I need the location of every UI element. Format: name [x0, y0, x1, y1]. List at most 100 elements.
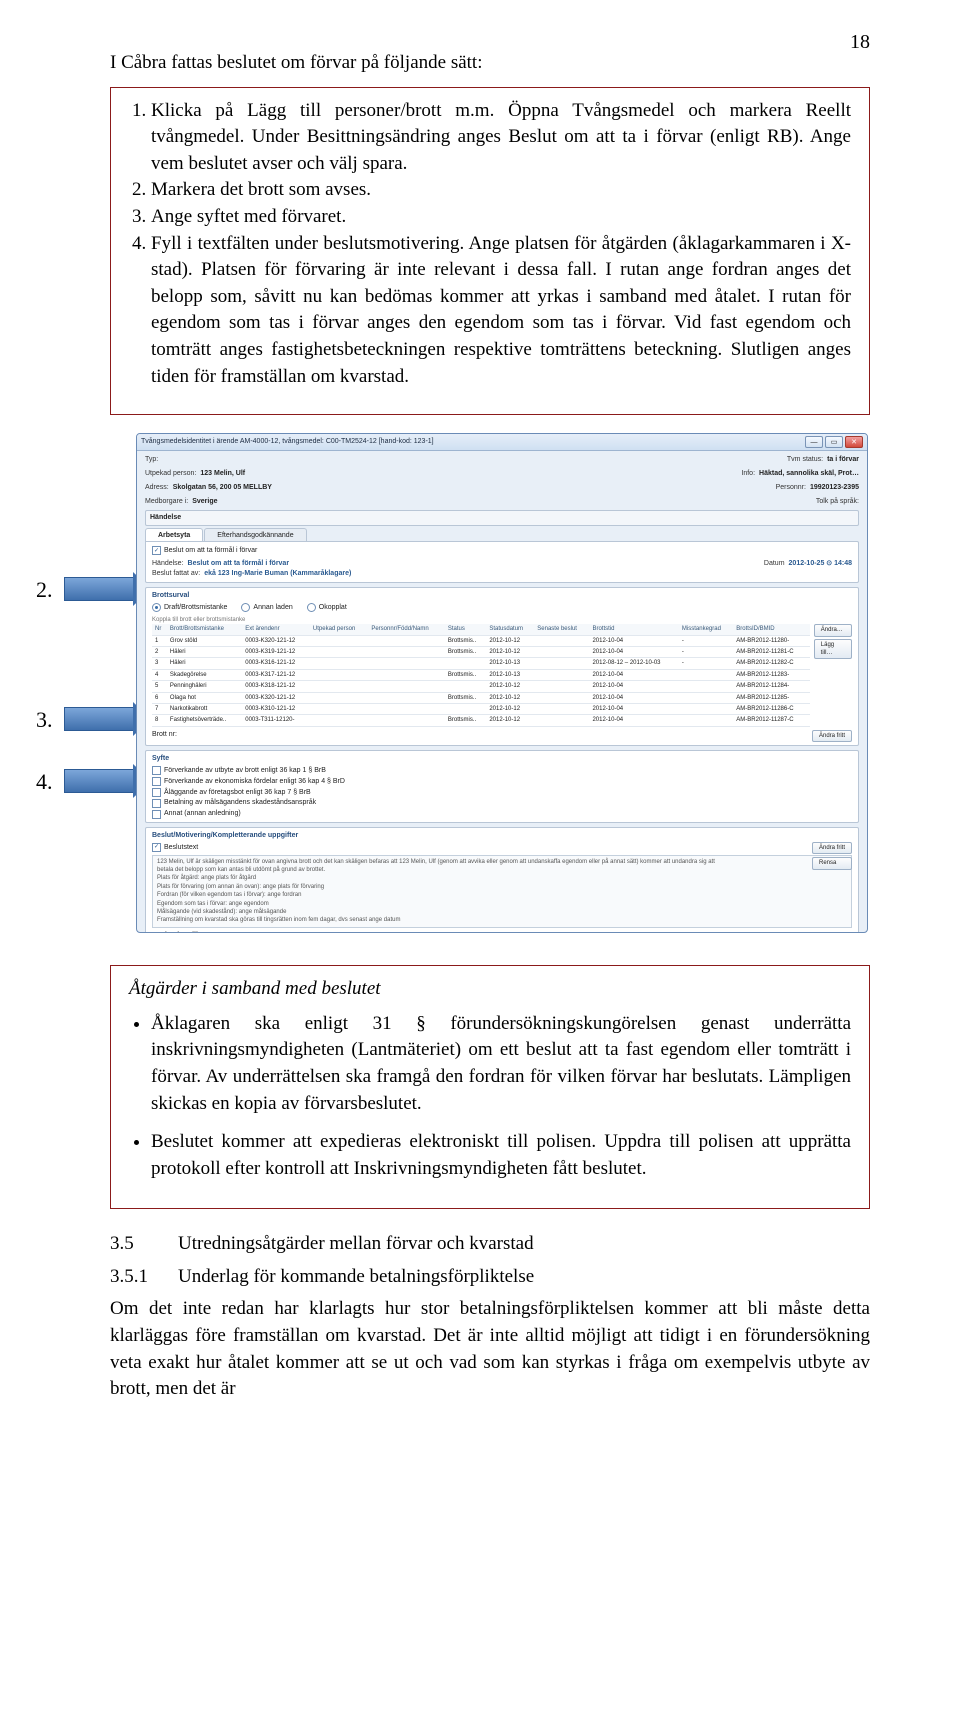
info-row: Typ: Tvm status:ta i förvar: [137, 451, 867, 465]
marker-3-num: 3.: [36, 705, 53, 736]
tab-efter[interactable]: Efterhandsgodkännande: [204, 528, 306, 541]
column-header[interactable]: Utpekad person: [310, 624, 368, 635]
personnr-label: Personnr:: [776, 483, 806, 493]
close-button[interactable]: ✕: [845, 436, 863, 448]
syfte-panel: Syfte Förverkande av utbyte av brott enl…: [145, 750, 859, 823]
column-header[interactable]: Brott/Brottsmistanke: [167, 624, 242, 635]
steps-list: Klicka på Lägg till personer/brott m.m. …: [129, 98, 851, 391]
tab-arbetsyta[interactable]: Arbetsyta: [145, 528, 203, 541]
rensa-button[interactable]: Rensa: [812, 857, 852, 869]
andra-fritt-button[interactable]: Ändra fritt: [812, 730, 852, 742]
person-val: 123 Melin, Ulf: [200, 469, 245, 479]
beslutshandling-title: Beslutshandling: [152, 931, 852, 933]
andra-button[interactable]: Ändra…: [814, 624, 852, 636]
action-1: Åklagaren ska enligt 31 § förundersöknin…: [151, 1011, 851, 1117]
brott-nr-label: Brott nr:: [152, 730, 177, 742]
radio-draft[interactable]: Draft/Brottsmistanke: [152, 603, 227, 613]
beslut-subline: Målsägande (vid skadestånd): ange målsäg…: [157, 908, 847, 916]
closing-para: Om det inte redan har klarlagts hur stor…: [110, 1296, 870, 1402]
type-label: Typ:: [145, 455, 158, 465]
table-row[interactable]: 5Penninghäleri0003-K318-121-122012-10-12…: [152, 681, 810, 692]
column-header[interactable]: Nr: [152, 624, 167, 635]
table-row[interactable]: 8Fastighetsöverträde..0003-T311-12120-Br…: [152, 715, 810, 726]
table-row[interactable]: 3Häleri0003-K316-121-122012-10-132012-08…: [152, 658, 810, 669]
step-3: Ange syftet med förvaret.: [151, 204, 851, 231]
sect-351-title: Underlag för kommande betalningsförplikt…: [178, 1264, 534, 1291]
marker-2-arrow: [64, 577, 134, 601]
column-header[interactable]: Personnr/Född/Namn: [368, 624, 445, 635]
table-row[interactable]: 4Skadegörelse0003-K317-121-12Brottsmis..…: [152, 669, 810, 680]
tab-body: ✓Beslut om att ta förmål i förvar Händel…: [145, 541, 859, 583]
syfte-check[interactable]: Betalning av målsägandens skadeståndsans…: [152, 798, 852, 808]
column-header[interactable]: Statusdatum: [486, 624, 534, 635]
window-buttons: — ▭ ✕: [805, 436, 863, 448]
syfte-check[interactable]: Förverkande av ekonomiska fördelar enlig…: [152, 777, 852, 787]
sect-35-num: 3.5: [110, 1231, 152, 1258]
datum-label: Datum: [764, 559, 785, 569]
tolk-label: Tolk på språk:: [816, 497, 859, 507]
titlebar: Tvångsmedelsidentitet i ärende AM-4000-1…: [137, 434, 867, 451]
personnr-val: 19920123-2395: [810, 483, 859, 493]
offence-table[interactable]: NrBrott/BrottsmistankeExt ärendenrUtpeka…: [152, 624, 810, 727]
table-row[interactable]: 6Olaga hot0003-K320-121-12Brottsmis..201…: [152, 692, 810, 703]
brottsurval-title: Brottsurval: [152, 591, 852, 601]
beslut-subline: Plats för åtgärd: ange plats för åtgärd: [157, 874, 847, 882]
tabrow: Arbetsyta Efterhandsgodkännande: [145, 528, 859, 541]
table-row[interactable]: 2Häleri0003-K319-121-12Brottsmis..2012-1…: [152, 647, 810, 658]
actions-list: Åklagaren ska enligt 31 § förundersöknin…: [129, 1011, 851, 1183]
syfte-check[interactable]: Annat (annan anledning): [152, 809, 852, 819]
beslut-check-top[interactable]: ✓Beslut om att ta förmål i förvar: [152, 546, 852, 556]
handelse-label: Händelse:: [152, 559, 184, 569]
info-label: Info:: [741, 469, 755, 479]
column-header[interactable]: BrottsID/BMID: [733, 624, 809, 635]
beslut-subline: Egendom som tas i förvar: ange egendom: [157, 900, 847, 908]
table-row[interactable]: 1Grov stöld0003-K320-121-12Brottsmis..20…: [152, 635, 810, 646]
marker-4-num: 4.: [36, 767, 53, 798]
step-2: Markera det brott som avses.: [151, 177, 851, 204]
marker-4-arrow: [64, 769, 134, 793]
app-window: Tvångsmedelsidentitet i ärende AM-4000-1…: [136, 433, 868, 933]
section-3-5: 3.5 Utredningsåtgärder mellan förvar och…: [110, 1231, 870, 1258]
sect-351-num: 3.5.1: [110, 1264, 152, 1291]
adress-val: Skolgatan 56, 200 05 MELLBY: [173, 483, 272, 493]
step-1: Klicka på Lägg till personer/brott m.m. …: [151, 98, 851, 178]
steps-box: Klicka på Lägg till personer/brott m.m. …: [110, 87, 870, 416]
brottsurval-panel: Brottsurval Draft/Brottsmistanke Annan l…: [145, 587, 859, 746]
screenshot-area: 2. 3. 4. Tvångsmedelsidentitet i ärende …: [110, 433, 870, 943]
actions-box: Åtgärder i samband med beslutet Åklagare…: [110, 965, 870, 1209]
beslut-subline: betala det belopp som kan antas bli utdö…: [157, 866, 847, 874]
adress-label: Adress:: [145, 483, 169, 493]
beslut-by-val: ekå 123 Ing-Marie Buman (Kammaråklagare): [204, 569, 351, 579]
beslut-longtext[interactable]: 123 Melin, Ulf är skäligen misstänkt för…: [152, 855, 852, 928]
table-row[interactable]: 7Narkotikabrott0003-K310-121-122012-10-1…: [152, 704, 810, 715]
lagg-button[interactable]: Lägg till…: [814, 639, 852, 660]
maximize-button[interactable]: ▭: [825, 436, 843, 448]
column-header[interactable]: Ext ärendenr: [242, 624, 310, 635]
syfte-check[interactable]: Åläggande av företagsbot enligt 36 kap 7…: [152, 788, 852, 798]
minimize-button[interactable]: —: [805, 436, 823, 448]
column-header[interactable]: Brottstid: [589, 624, 678, 635]
actions-title: Åtgärder i samband med beslutet: [129, 978, 381, 999]
column-header[interactable]: Status: [445, 624, 486, 635]
column-header[interactable]: Senaste beslut: [534, 624, 589, 635]
syfte-check[interactable]: Förverkande av utbyte av brott enligt 36…: [152, 766, 852, 776]
section-3-5-1: 3.5.1 Underlag för kommande betalningsfö…: [110, 1264, 870, 1291]
beslut-subline: Plats för förvaring (om annan än ovan): …: [157, 883, 847, 891]
intro-text: I Cåbra fattas beslutet om förvar på föl…: [110, 50, 870, 77]
beslut-by-label: Beslut fattat av:: [152, 569, 200, 579]
step-4: Fyll i textfälten under beslutsmotiverin…: [151, 231, 851, 391]
column-header[interactable]: Misstankegrad: [679, 624, 733, 635]
beslutstext-check[interactable]: ✓Beslutstext: [152, 843, 852, 853]
radio-annan[interactable]: Annan laden: [241, 603, 292, 613]
beslut-subline: Framställning om kvarstad ska göras till…: [157, 916, 847, 924]
tvm-status: ta i förvar: [827, 455, 859, 465]
action-2: Beslutet kommer att expedieras elektroni…: [151, 1129, 851, 1182]
sect-35-title: Utredningsåtgärder mellan förvar och kva…: [178, 1231, 534, 1258]
radio-okopplat[interactable]: Okopplat: [307, 603, 347, 613]
marker-3-arrow: [64, 707, 134, 731]
syfte-title: Syfte: [152, 754, 852, 764]
person-label: Utpekad person:: [145, 469, 196, 479]
beslut-motiv-panel: Beslut/Motivering/Kompletterande uppgift…: [145, 827, 859, 933]
handelse-bar: Händelse: [145, 510, 859, 526]
andra-fritt-button-2[interactable]: Ändra fritt: [812, 842, 852, 854]
